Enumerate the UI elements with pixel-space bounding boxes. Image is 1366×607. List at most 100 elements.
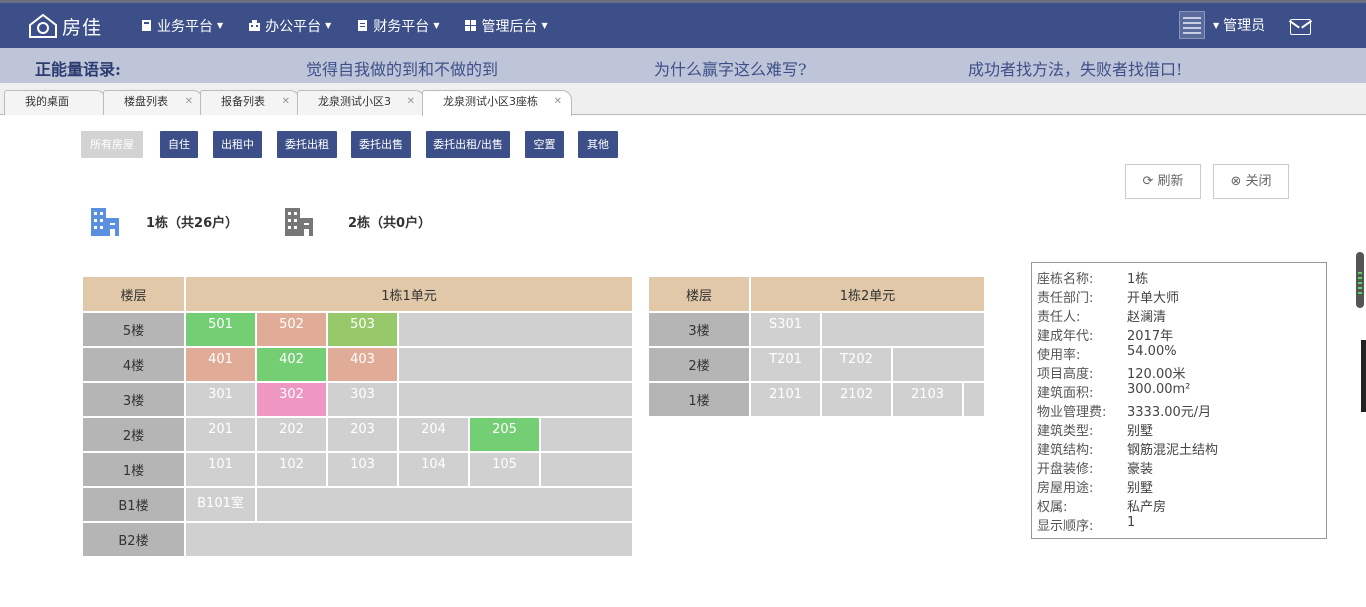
user-menu[interactable]: ▼ 管理员 [1179, 11, 1265, 39]
filter-other[interactable]: 其他 [578, 131, 618, 158]
close-icon[interactable]: ✕ [554, 91, 562, 113]
info-key: 权属: [1037, 500, 1068, 515]
tab-community[interactable]: 龙泉测试小区3 ✕ [297, 90, 425, 115]
room-cell[interactable]: 104 [399, 453, 470, 488]
info-row: 使用率: 54.00% [1032, 344, 1326, 363]
building-2[interactable]: 2栋（共0户） [284, 205, 431, 237]
info-row: 显示顺序: 1 [1032, 515, 1326, 534]
filter-entrust-rent[interactable]: 委托出租 [277, 131, 337, 158]
info-row: 物业管理费: 3333.00元/月 [1032, 401, 1326, 420]
room-cell[interactable]: 503 [328, 313, 399, 348]
empty-cell [399, 383, 635, 418]
tab-label: 龙泉测试小区3座栋 [443, 95, 538, 108]
info-value: 私产房 [1127, 500, 1167, 515]
logo[interactable]: 房佳 [28, 12, 102, 40]
close-button[interactable]: ⊗ 关闭 [1213, 164, 1289, 199]
info-value: 赵澜清 [1127, 310, 1167, 325]
room-cell[interactable]: 501 [186, 313, 257, 348]
unit-title: 1栋1单元 [186, 277, 635, 313]
room-cell[interactable]: 2102 [822, 383, 893, 418]
room-cell[interactable]: T202 [822, 348, 893, 383]
room-cell[interactable]: 402 [257, 348, 328, 383]
room-cell[interactable]: 401 [186, 348, 257, 383]
floor-label: B1楼 [83, 488, 186, 523]
room-cell[interactable]: 105 [470, 453, 541, 488]
refresh-button[interactable]: ⟳ 刷新 [1125, 164, 1201, 199]
filter-self-occupied[interactable]: 自住 [160, 131, 198, 158]
filter-all[interactable]: 所有房屋 [81, 131, 143, 158]
room-cell[interactable]: 103 [328, 453, 399, 488]
room-cell[interactable]: S301 [751, 313, 822, 348]
room-cell[interactable]: 2103 [893, 383, 964, 418]
info-key: 项目高度: [1037, 367, 1094, 382]
menu-finance[interactable]: 财务平台 ▼ [356, 16, 439, 36]
floor-label: 4楼 [83, 348, 186, 383]
info-row: 建筑类型: 别墅 [1032, 420, 1326, 439]
avatar [1179, 11, 1205, 39]
info-value: 钢筋混泥土结构 [1127, 443, 1219, 458]
building-info-panel: 座栋名称: 1栋 责任部门: 开单大师 责任人: 赵澜清 建成年代: 2017年 使用率… [1031, 262, 1327, 539]
info-row: 项目高度: 120.00米 [1032, 363, 1326, 382]
menu-business-label: 业务平台 [157, 18, 213, 35]
filter-renting[interactable]: 出租中 [213, 131, 262, 158]
chevron-down-icon: ▼ [541, 21, 548, 30]
tab-estate-list[interactable]: 楼盘列表 ✕ [103, 90, 203, 115]
empty-cell [541, 453, 635, 488]
tab-desktop[interactable]: 我的桌面 [4, 90, 106, 115]
tab-buildings[interactable]: 龙泉测试小区3座栋 ✕ [422, 90, 572, 116]
info-key: 物业管理费: [1037, 405, 1107, 420]
room-cell[interactable]: T201 [751, 348, 822, 383]
info-value: 别墅 [1127, 481, 1154, 496]
building-1[interactable]: 1栋（共26户） [90, 205, 238, 237]
room-cell[interactable]: 202 [257, 418, 328, 453]
room-cell[interactable]: 2101 [751, 383, 822, 418]
empty-cell [399, 313, 635, 348]
room-cell[interactable]: 403 [328, 348, 399, 383]
scrollbar-thumb[interactable] [1356, 252, 1364, 308]
info-key: 建筑类型: [1037, 424, 1094, 439]
tab-label: 报备列表 [221, 95, 265, 108]
info-key: 建筑结构: [1037, 443, 1094, 458]
menu-business[interactable]: 业务平台 ▼ [140, 16, 223, 36]
info-value: 别墅 [1127, 424, 1154, 439]
quote-title: 正能量语录: [35, 60, 121, 79]
chevron-down-icon: ▼ [1213, 20, 1220, 30]
side-handle[interactable] [1361, 340, 1366, 412]
filter-entrust-sale[interactable]: 委托出售 [351, 131, 411, 158]
room-cell[interactable]: 204 [399, 418, 470, 453]
close-icon[interactable]: ✕ [407, 91, 415, 113]
menu-admin[interactable]: 管理后台 ▼ [464, 16, 548, 36]
close-label: 关闭 [1245, 174, 1272, 189]
menu-office[interactable]: 办公平台 ▼ [248, 16, 331, 36]
info-key: 座栋名称: [1037, 272, 1094, 287]
tab-report-list[interactable]: 报备列表 ✕ [200, 90, 300, 115]
info-row: 责任人: 赵澜清 [1032, 306, 1326, 325]
filter-entrust-rent-sale[interactable]: 委托出租/出售 [426, 131, 510, 158]
room-cell[interactable]: B101室 [186, 488, 257, 523]
info-value: 1栋 [1127, 272, 1149, 287]
room-cell[interactable]: 502 [257, 313, 328, 348]
close-icon[interactable]: ✕ [282, 91, 290, 113]
close-icon[interactable]: ✕ [185, 91, 193, 113]
building-name: 2栋（共0户） [348, 215, 432, 231]
room-cell[interactable]: 101 [186, 453, 257, 488]
room-cell[interactable]: 102 [257, 453, 328, 488]
info-value: 2017年 [1127, 329, 1174, 344]
room-cell[interactable]: 201 [186, 418, 257, 453]
user-name: 管理员 [1223, 18, 1266, 34]
tab-label: 楼盘列表 [124, 95, 168, 108]
filter-vacant[interactable]: 空置 [525, 131, 564, 158]
grid-icon [465, 20, 477, 31]
refresh-icon: ⟳ [1142, 174, 1154, 189]
room-cell[interactable]: 301 [186, 383, 257, 418]
unit-title: 1栋2单元 [751, 277, 987, 313]
room-cell[interactable]: 203 [328, 418, 399, 453]
room-cell[interactable]: 302 [257, 383, 328, 418]
floor-label: 2楼 [83, 418, 186, 453]
room-cell[interactable]: 205 [470, 418, 541, 453]
room-cell[interactable]: 303 [328, 383, 399, 418]
building-icon [91, 208, 119, 236]
info-row: 建筑结构: 钢筋混泥土结构 [1032, 439, 1326, 458]
mail-icon[interactable] [1290, 19, 1311, 35]
info-value: 开单大师 [1127, 291, 1180, 306]
